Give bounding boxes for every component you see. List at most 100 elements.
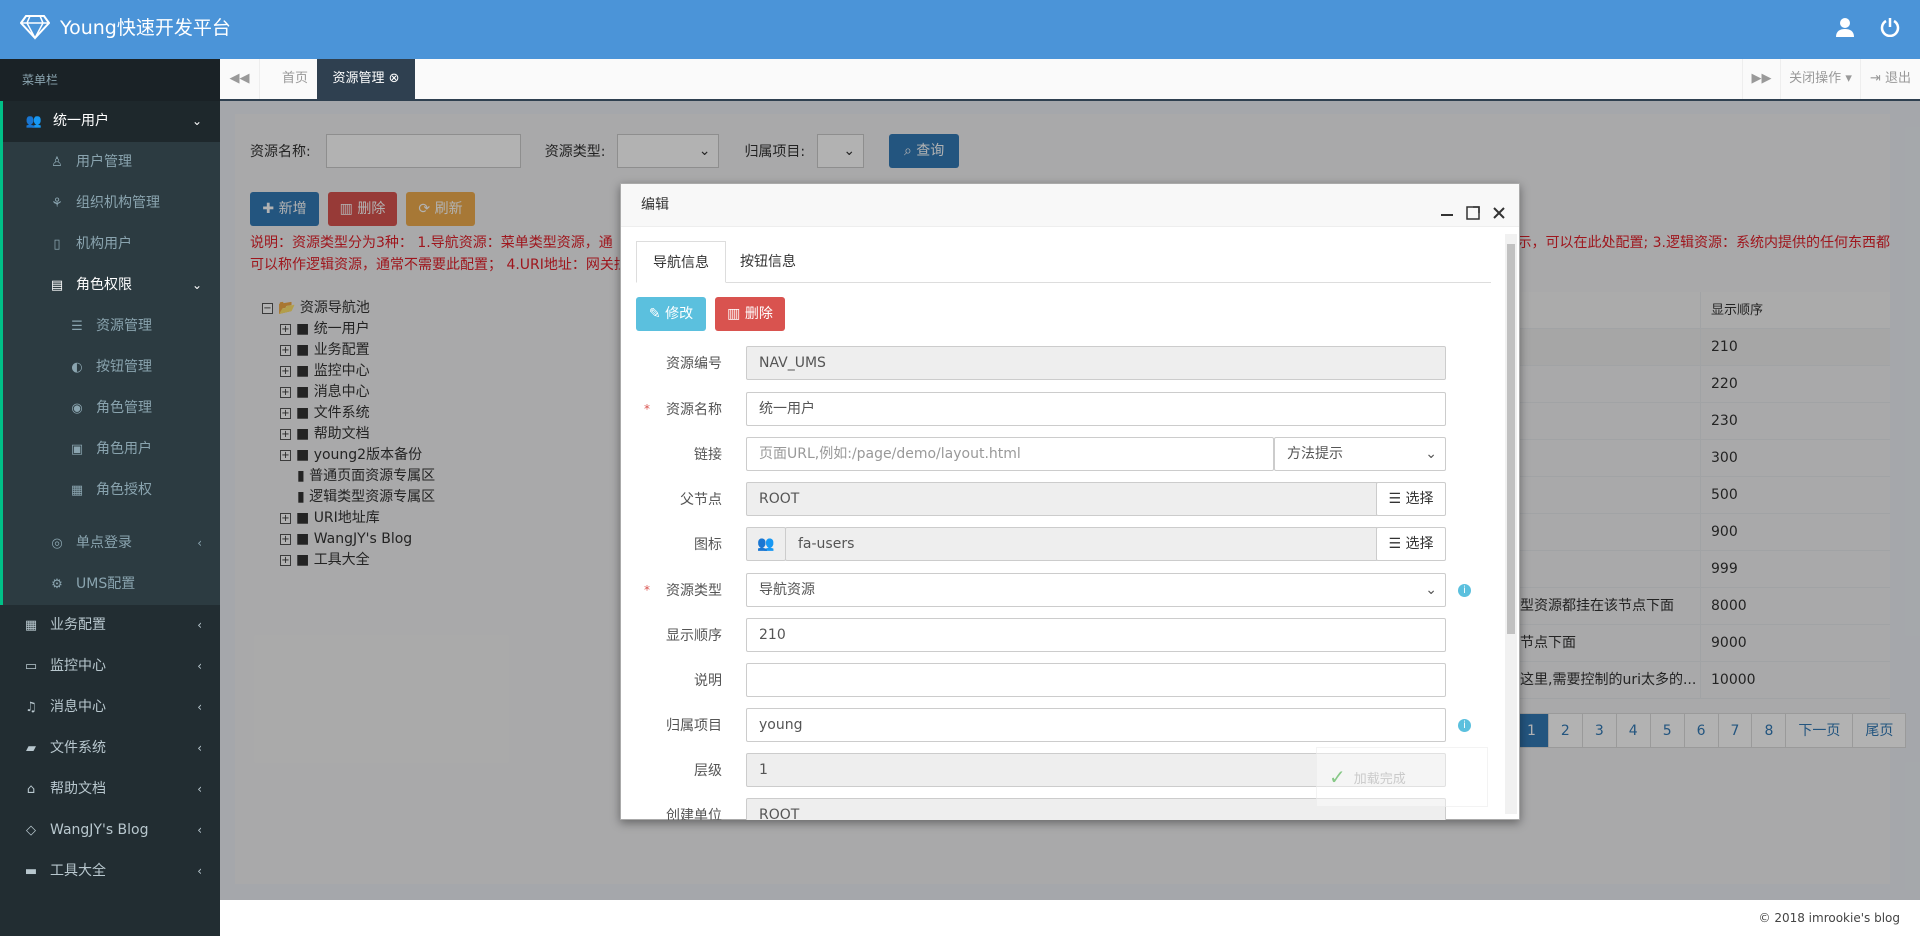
resource-type-field[interactable]: 导航资源 ⌄ — [746, 573, 1446, 607]
forward-icon: ▶▶ — [1751, 71, 1772, 86]
dialog-header: 编辑 — [621, 184, 1519, 227]
logout-button[interactable]: ⇥ 退出 — [1860, 59, 1920, 99]
tab-bar: ◀◀ 首页 资源管理 ⊗ ▶▶ 关闭操作 ▾ ⇥ 退出 — [220, 59, 1920, 101]
tab-nav-info[interactable]: 导航信息 — [636, 241, 726, 283]
diamond-icon: ◇ — [26, 823, 36, 838]
tab-button-info[interactable]: 按钮信息 — [724, 241, 812, 283]
edit-label: 修改 — [665, 306, 694, 322]
sidebar-item-message[interactable]: ♫ 消息中心 ‹ — [0, 687, 220, 728]
sidebar-item-help[interactable]: ⌂ 帮助文档 ‹ — [0, 769, 220, 810]
chevron-down-icon: ⌄ — [1425, 582, 1437, 598]
sidebar-item-button[interactable]: ◐ 按钮管理 — [0, 347, 220, 388]
caret-down-icon: ▾ — [1845, 71, 1852, 86]
edit-button[interactable]: ✎ 修改 — [636, 297, 706, 331]
method-select[interactable]: 方法提示 ⌄ — [1274, 437, 1446, 471]
tab-home[interactable]: 首页 — [265, 59, 325, 99]
list-icon: ☰ — [71, 319, 83, 334]
building-icon: ▯ — [53, 237, 61, 252]
maximize-icon[interactable] — [1465, 196, 1481, 220]
chevron-left-icon: ‹ — [197, 659, 202, 673]
sitemap-icon: ⚘ — [51, 196, 63, 211]
form-row-desc: 说明 — [636, 663, 1476, 697]
chevron-left-icon: ‹ — [197, 823, 202, 837]
sidebar-item-label: UMS配置 — [76, 576, 136, 592]
minimize-icon[interactable] — [1439, 196, 1455, 216]
project-field[interactable]: young — [746, 708, 1446, 742]
dialog-tabs: 导航信息 按钮信息 — [636, 241, 1491, 283]
dialog-scrollbar[interactable] — [1505, 234, 1517, 814]
sidebar-item-ums-config[interactable]: ⚙ UMS配置 — [0, 564, 220, 605]
sidebar-item-ums[interactable]: 👥 统一用户 ⌄ — [0, 101, 220, 142]
delete-record-button[interactable]: ▥ 删除 — [715, 297, 785, 331]
parent-field: ROOT — [746, 482, 1378, 516]
resource-name-field[interactable]: 统一用户 — [746, 392, 1446, 426]
close-icon[interactable]: ⊗ — [389, 71, 400, 86]
info-icon[interactable]: i — [1458, 718, 1471, 732]
user-icon[interactable] — [1836, 17, 1854, 42]
sidebar-item-files[interactable]: ▰ 文件系统 ‹ — [0, 728, 220, 769]
close-ops-label: 关闭操作 — [1789, 71, 1842, 86]
loading-toast: ✓ 加载完成 — [1316, 747, 1488, 807]
choose-parent-button[interactable]: ☰ 选择 — [1376, 482, 1446, 516]
sidebar-item-org-manage[interactable]: ⚘ 组织机构管理 — [0, 183, 220, 224]
sidebar-item-label: 角色权限 — [76, 277, 132, 293]
diamond-icon — [20, 14, 50, 40]
display-order-field[interactable]: 210 — [746, 618, 1446, 652]
check-circle-icon: ✓ — [1329, 765, 1346, 789]
footer: © 2018 imrookie's blog — [220, 900, 1920, 936]
chevron-down-icon: ⌄ — [191, 278, 202, 292]
tab-scroll-right-button[interactable]: ▶▶ — [1742, 59, 1780, 99]
sidebar-item-label: 文件系统 — [50, 740, 106, 756]
sidebar-item-biz[interactable]: ▦ 业务配置 ‹ — [0, 605, 220, 646]
info-icon[interactable]: i — [1458, 583, 1471, 597]
sidebar-item-sso[interactable]: ◎ 单点登录 ‹ — [0, 523, 220, 564]
sidebar-item-label: 消息中心 — [50, 699, 106, 715]
form-row-code: 资源编号 NAV_UMS — [636, 346, 1476, 380]
description-field[interactable] — [746, 663, 1446, 697]
dialog-title: 编辑 — [641, 197, 669, 213]
sidebar-item-label: 业务配置 — [50, 617, 106, 633]
user-icon: ♙ — [51, 155, 63, 170]
sidebar-item-org-users[interactable]: ▯ 机构用户 — [0, 224, 220, 265]
form-row-icon: 图标 👥 fa-users ☰ 选择 — [636, 527, 1476, 561]
form-row-parent: 父节点 ROOT ☰ 选择 — [636, 482, 1476, 516]
users-icon: 👥 — [746, 527, 786, 561]
link-field[interactable]: 页面URL,例如:/page/demo/layout.html — [746, 437, 1274, 471]
resource-code-field: NAV_UMS — [746, 346, 1446, 380]
sidebar-item-blog[interactable]: ◇ WangJY's Blog ‹ — [0, 810, 220, 851]
tab-scroll-left-button[interactable]: ◀◀ — [220, 59, 260, 99]
sidebar-item-role[interactable]: ◉ 角色管理 — [0, 388, 220, 429]
form-row-link: 链接 页面URL,例如:/page/demo/layout.html 方法提示 ⌄ — [636, 437, 1476, 471]
choose-icon-button[interactable]: ☰ 选择 — [1376, 527, 1446, 561]
sidebar-item-label: 统一用户 — [53, 113, 109, 129]
close-ops-dropdown[interactable]: 关闭操作 ▾ — [1780, 59, 1860, 99]
field-label: 创建单位 — [666, 808, 722, 820]
sidebar-item-monitor[interactable]: ▭ 监控中心 ‹ — [0, 646, 220, 687]
sidebar-item-label: 用户管理 — [76, 154, 132, 170]
field-label: 说明 — [694, 673, 722, 689]
graduation-icon: ⌂ — [26, 782, 36, 797]
sidebar-item-role-perm[interactable]: ▤ 角色权限 ⌄ — [0, 265, 220, 306]
sidebar-item-role-auth[interactable]: ▦ 角色授权 — [0, 470, 220, 511]
sidebar-item-resource[interactable]: ☰ 资源管理 — [0, 306, 220, 347]
sidebar-item-label: 角色管理 — [96, 400, 152, 416]
dialog-body: 导航信息 按钮信息 ✎ 修改 ▥ 删除 资源编号 NAV_UMS * 资源名称 … — [621, 227, 1501, 820]
close-icon[interactable] — [1491, 196, 1507, 219]
chevron-left-icon: ‹ — [197, 741, 202, 755]
toggle-icon: ◐ — [71, 360, 83, 375]
sidebar-item-user-manage[interactable]: ♙ 用户管理 — [0, 142, 220, 183]
field-label: 显示顺序 — [666, 628, 722, 644]
app-logo[interactable]: Young快速开发平台 — [20, 13, 231, 40]
app-header: Young快速开发平台 — [0, 0, 1920, 59]
sidebar-item-role-user[interactable]: ▣ 角色用户 — [0, 429, 220, 470]
sign-out-icon: ⇥ — [1869, 71, 1881, 86]
sidebar: 菜单栏 👥 统一用户 ⌄ ♙ 用户管理 ⚘ 组织机构管理 ▯ 机构用户 ▤ 角色权限 ⌄ … — [0, 59, 220, 936]
address-card-icon: ▣ — [70, 442, 84, 457]
sidebar-item-tools[interactable]: ▬ 工具大全 ‹ — [0, 851, 220, 892]
power-icon[interactable] — [1880, 17, 1900, 42]
sidebar-item-label: WangJY's Blog — [50, 822, 149, 838]
tab-resource[interactable]: 资源管理 ⊗ — [317, 59, 415, 99]
chevron-left-icon: ‹ — [197, 618, 202, 632]
field-label: 图标 — [694, 537, 722, 553]
toast-text: 加载完成 — [1353, 771, 1406, 787]
